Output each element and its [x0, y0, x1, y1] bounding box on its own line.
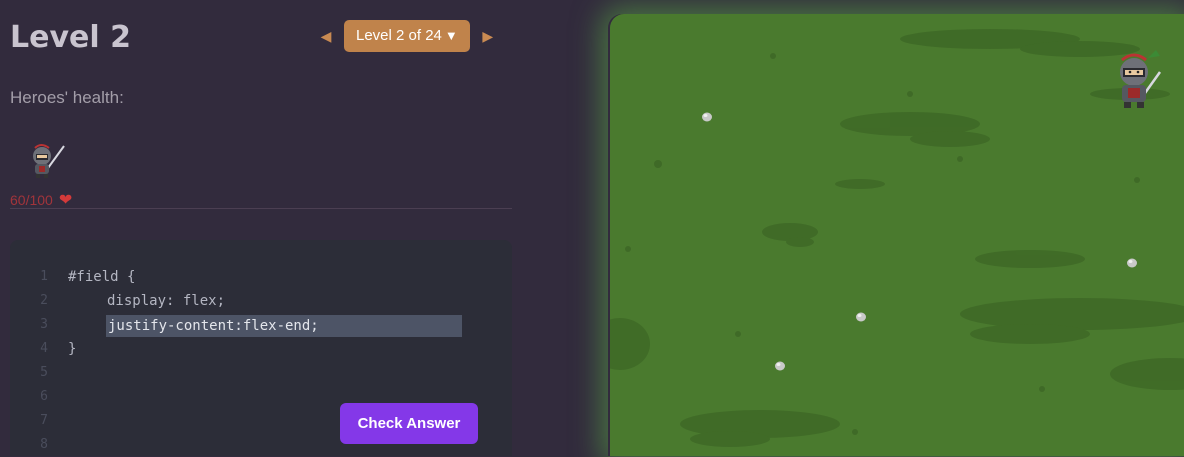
knight-icon — [1120, 50, 1162, 108]
level-selector-dropdown[interactable]: Level 2 of 24 ▼ — [344, 20, 470, 52]
line-number: 1 — [40, 269, 48, 284]
line-number: 2 — [40, 293, 48, 308]
level-navigation: ◀ Level 2 of 24 ▼ ▶ — [318, 20, 496, 52]
line-number: 3 — [40, 317, 48, 332]
heart-icon: ❤ — [58, 192, 73, 209]
code-line: 3 — [10, 313, 512, 337]
code-line: 1 #field { — [10, 265, 512, 289]
grass-patches — [610, 29, 1184, 447]
code-text: #field { — [68, 269, 136, 285]
rock-icon — [856, 312, 866, 322]
knight-icon — [33, 144, 65, 178]
grass-field — [610, 29, 1184, 447]
next-level-arrow-icon[interactable]: ▶ — [480, 28, 496, 45]
level-selector-label: Level 2 of 24 — [356, 27, 442, 44]
rock-icon — [775, 361, 785, 371]
line-number: 7 — [40, 413, 48, 428]
css-answer-input[interactable] — [106, 315, 462, 337]
line-number: 4 — [40, 341, 48, 356]
grass-specks — [625, 53, 1140, 435]
line-number: 8 — [40, 437, 48, 452]
code-line: 4 } — [10, 337, 512, 361]
rock-icon — [1127, 258, 1137, 268]
prev-level-arrow-icon[interactable]: ◀ — [318, 28, 334, 45]
game-board — [610, 14, 1184, 456]
check-answer-button[interactable]: Check Answer — [340, 403, 478, 444]
level-title: Level 2 — [10, 20, 131, 55]
line-number: 5 — [40, 365, 48, 380]
code-text: display: flex; — [107, 293, 226, 309]
caret-down-icon: ▼ — [444, 28, 458, 43]
hero-health-value: 60/100 ❤ — [10, 190, 72, 210]
health-text: 60/100 — [10, 192, 53, 208]
divider — [10, 208, 512, 209]
code-line: 5 — [10, 361, 512, 385]
heroes-health-label: Heroes' health: — [10, 88, 124, 107]
code-text: } — [68, 341, 77, 357]
code-line: 2 display: flex; — [10, 289, 512, 313]
rock-icon — [702, 112, 712, 122]
line-number: 6 — [40, 389, 48, 404]
left-panel: Level 2 ◀ Level 2 of 24 ▼ ▶ Heroes' healt… — [0, 0, 590, 456]
